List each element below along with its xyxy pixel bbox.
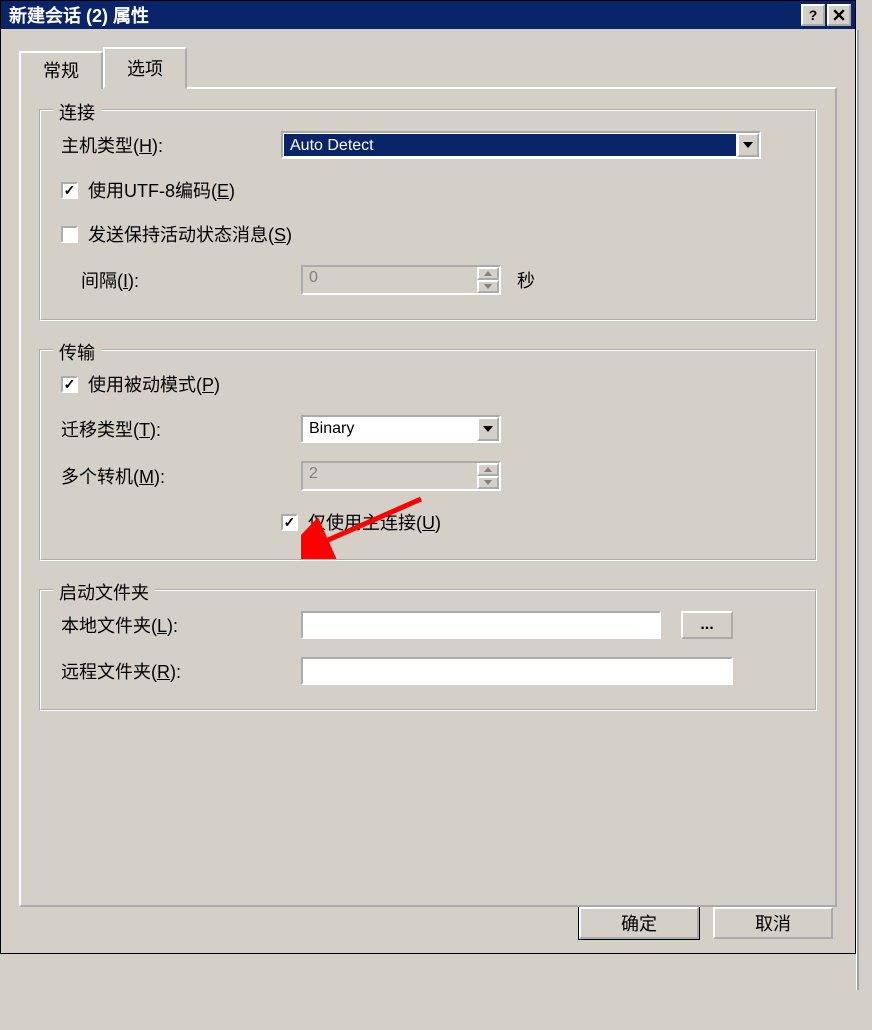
spinner-up-icon[interactable] xyxy=(477,463,499,476)
local-folder-label: 本地文件夹(L): xyxy=(61,612,281,638)
transfer-type-value: Binary xyxy=(303,417,477,441)
tab-options[interactable]: 选项 xyxy=(103,47,187,89)
host-type-label: 主机类型(H): xyxy=(61,132,281,158)
close-button[interactable] xyxy=(827,4,851,26)
titlebar: 新建会话 (2) 属性 ? xyxy=(1,1,855,29)
chevron-down-icon[interactable] xyxy=(737,133,759,157)
interval-value: 0 xyxy=(303,267,477,293)
interval-spinner: 0 xyxy=(301,265,501,295)
chevron-down-icon[interactable] xyxy=(477,417,499,441)
group-startup-legend: 启动文件夹 xyxy=(53,579,155,605)
primary-label: 仅使用主连接(U) xyxy=(308,509,441,535)
window-title: 新建会话 (2) 属性 xyxy=(5,2,149,28)
multi-label: 多个转机(M): xyxy=(61,463,281,489)
primary-checkbox[interactable] xyxy=(281,514,298,531)
tab-general[interactable]: 常规 xyxy=(19,51,103,89)
interval-label: 间隔(I): xyxy=(61,267,281,293)
dialog-buttons: 确定 取消 xyxy=(19,907,837,939)
ok-button[interactable]: 确定 xyxy=(579,907,699,939)
client-area: 常规 选项 连接 主机类型(H): Auto Detect xyxy=(1,29,855,953)
group-startup: 启动文件夹 本地文件夹(L): ... 远程文件夹(R): xyxy=(39,589,817,711)
multi-value: 2 xyxy=(303,463,477,489)
transfer-type-label: 迁移类型(T): xyxy=(61,416,281,442)
tab-strip: 常规 选项 xyxy=(19,47,837,89)
local-folder-input[interactable] xyxy=(301,611,661,639)
multi-spinner: 2 xyxy=(301,461,501,491)
utf8-label: 使用UTF-8编码(E) xyxy=(88,177,235,203)
cancel-button[interactable]: 取消 xyxy=(713,907,833,939)
group-transfer: 传输 使用被动模式(P) 迁移类型(T): Binary xyxy=(39,349,817,561)
help-button[interactable]: ? xyxy=(801,4,825,26)
titlebar-buttons: ? xyxy=(801,4,851,26)
transfer-type-combo[interactable]: Binary xyxy=(301,415,501,443)
remote-folder-input[interactable] xyxy=(301,657,733,685)
tab-panel-options: 连接 主机类型(H): Auto Detect 使用UT xyxy=(19,87,837,907)
passive-label: 使用被动模式(P) xyxy=(88,371,220,397)
utf8-checkbox[interactable] xyxy=(61,182,78,199)
interval-unit: 秒 xyxy=(517,267,535,293)
background-window-strip xyxy=(856,30,872,990)
spinner-down-icon[interactable] xyxy=(477,280,499,293)
spinner-down-icon[interactable] xyxy=(477,476,499,489)
passive-checkbox[interactable] xyxy=(61,376,78,393)
keepalive-checkbox[interactable] xyxy=(61,226,78,243)
browse-button[interactable]: ... xyxy=(681,611,733,639)
dialog-window: 新建会话 (2) 属性 ? 常规 选项 连接 主机类型(H): Aut xyxy=(0,0,856,954)
group-connect: 连接 主机类型(H): Auto Detect 使用UT xyxy=(39,109,817,321)
host-type-combo[interactable]: Auto Detect xyxy=(281,131,761,159)
remote-folder-label: 远程文件夹(R): xyxy=(61,658,281,684)
group-transfer-legend: 传输 xyxy=(53,339,101,365)
group-connect-legend: 连接 xyxy=(53,99,101,125)
spinner-up-icon[interactable] xyxy=(477,267,499,280)
keepalive-label: 发送保持活动状态消息(S) xyxy=(88,221,292,247)
host-type-value: Auto Detect xyxy=(284,134,736,156)
